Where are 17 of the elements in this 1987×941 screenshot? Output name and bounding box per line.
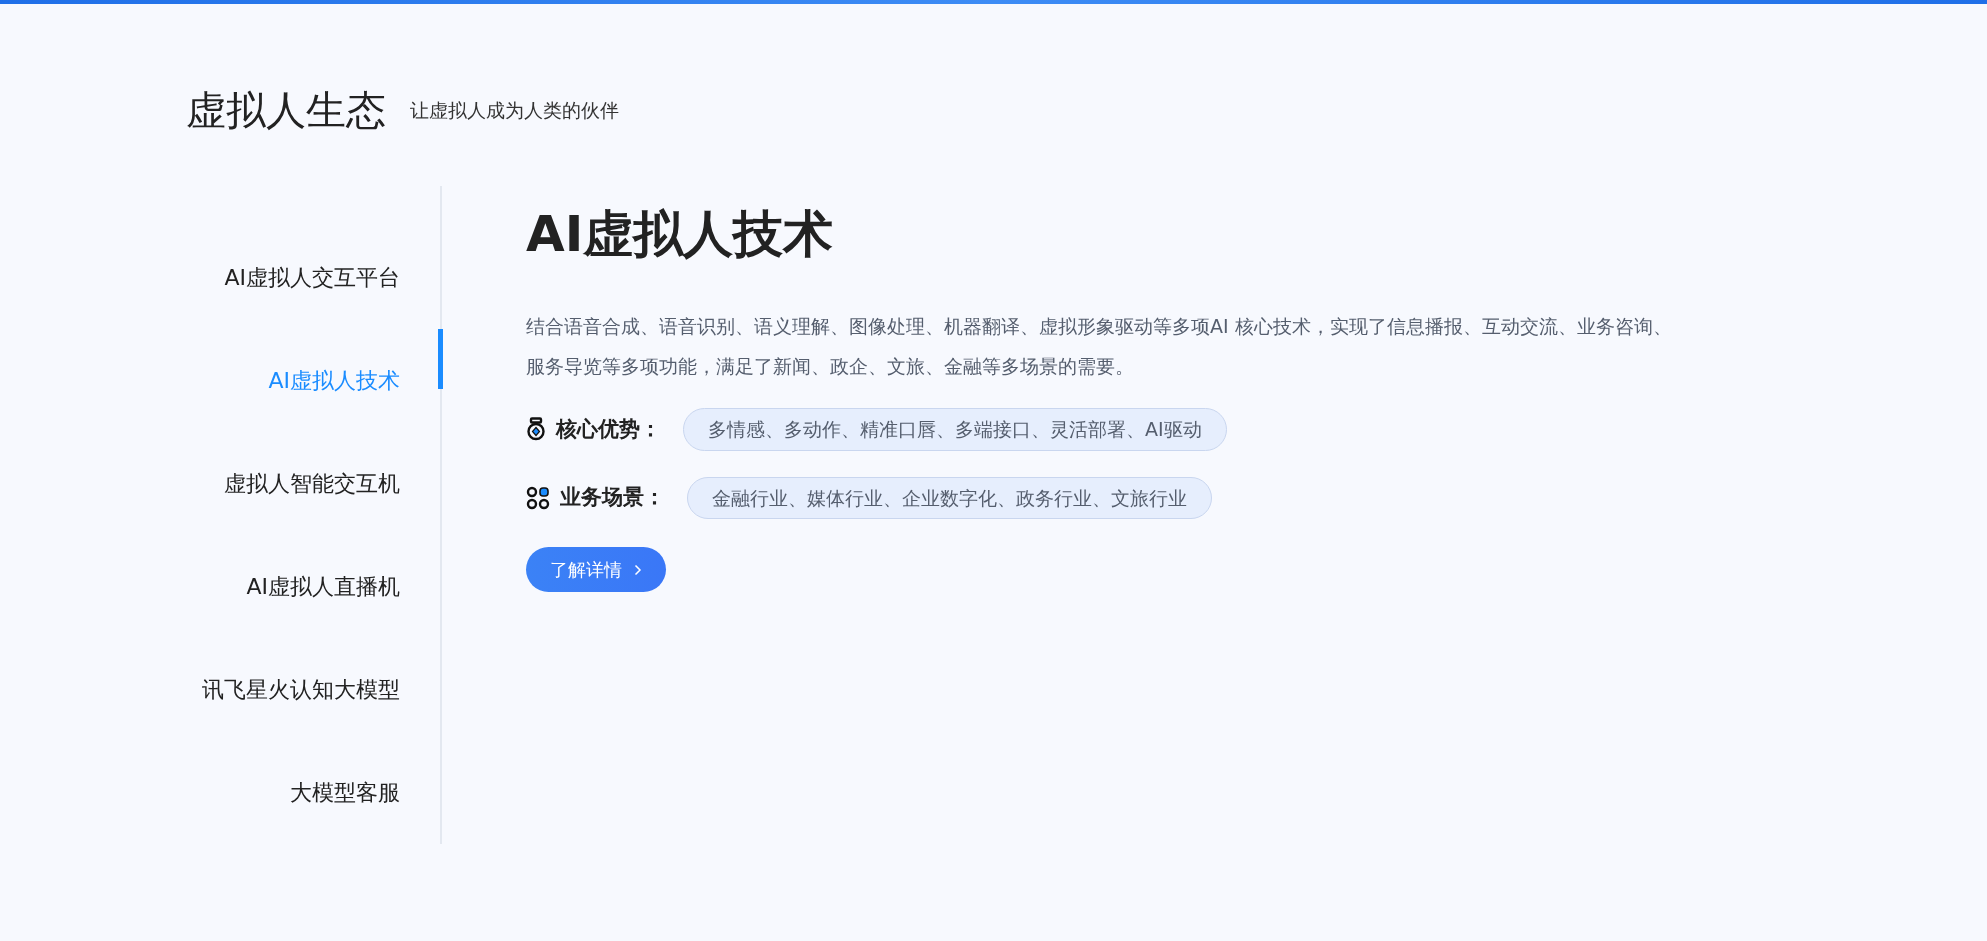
content-description: 结合语音合成、语音识别、语义理解、图像处理、机器翻译、虚拟形象驱动等多项AI 核心技术，实现了信息播报、互动交流、业务咨询、服务导览等多项功能，满足了新闻、政企、文旅、金融等多场景的需要。 [526,314,1673,379]
apps-grid-icon [526,485,550,510]
medal-icon [526,417,546,442]
feature-tag: 金融行业、媒体行业、企业数字化、政务行业、文旅行业 [687,476,1212,519]
section-title: 虚拟人生态 [186,86,386,134]
sidebar-item[interactable]: 虚拟人智能交互机 [186,432,440,535]
content-title: AI虚拟人技术 [526,204,835,264]
feature-label: 业务场景： [560,484,665,511]
sidebar-item[interactable]: 讯飞星火认知大模型 [186,638,440,741]
sidebar-item[interactable]: AI虚拟人交互平台 [186,226,440,329]
sidebar-item[interactable]: 大模型客服 [186,741,440,844]
sidebar-item[interactable]: AI虚拟人直播机 [186,535,440,638]
section-subtitle: 让虚拟人成为人类的伙伴 [410,97,619,123]
feature-label: 核心优势： [556,415,661,443]
feature-tag: 多情感、多动作、精准口唇、多端接口、灵活部署、AI驱动 [683,408,1227,451]
chevron-right-icon [634,563,642,576]
learn-more-button[interactable]: 了解详情 [526,547,666,592]
